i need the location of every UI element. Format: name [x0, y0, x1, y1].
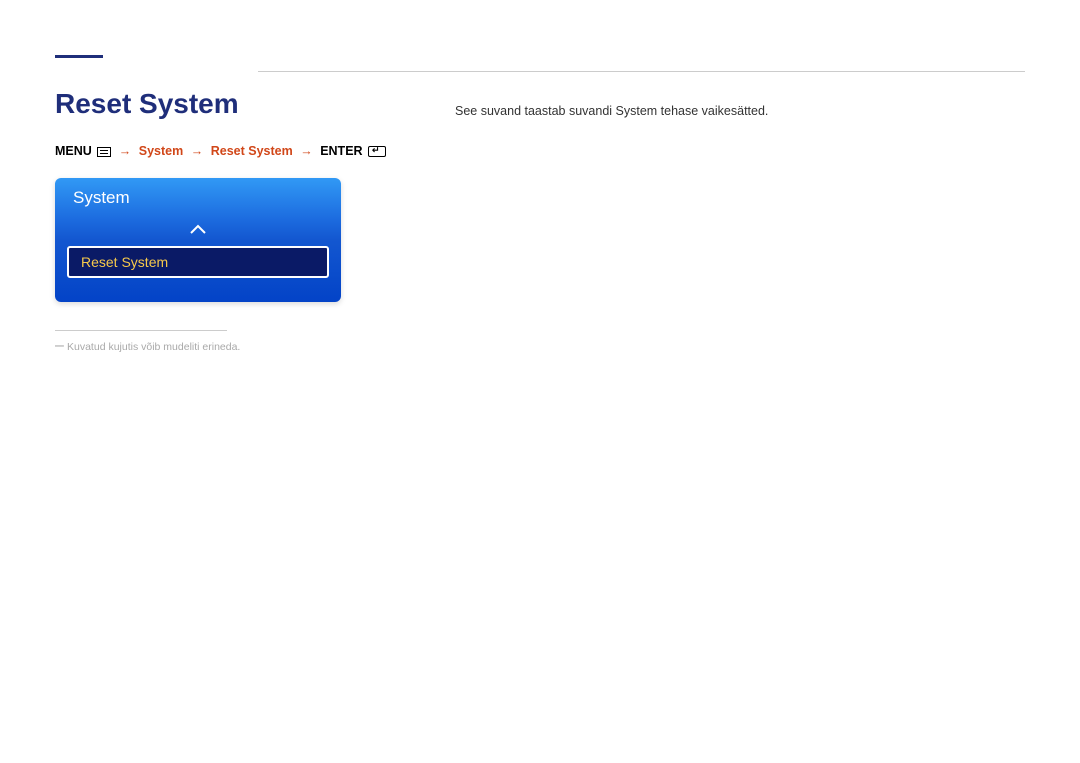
breadcrumb: MENU → System → Reset System → ENTER: [55, 144, 1025, 158]
osd-scroll-up[interactable]: [55, 218, 341, 240]
breadcrumb-path-2: Reset System: [211, 144, 293, 158]
header-divider: [258, 71, 1025, 72]
chevron-up-icon: [189, 223, 207, 235]
breadcrumb-menu-label: MENU: [55, 144, 92, 158]
osd-item-reset-system[interactable]: Reset System: [67, 246, 329, 278]
footnote-divider: [55, 330, 227, 331]
breadcrumb-path-1: System: [139, 144, 183, 158]
osd-panel: System Reset System: [55, 178, 341, 302]
breadcrumb-arrow: →: [300, 144, 313, 158]
footnote-text: Kuvatud kujutis võib mudeliti erineda.: [67, 341, 240, 353]
menu-icon: [97, 147, 111, 157]
breadcrumb-arrow: →: [191, 144, 204, 158]
osd-item-list: Reset System: [55, 240, 341, 302]
osd-panel-title: System: [55, 178, 341, 218]
footnote: – Kuvatud kujutis võib mudeliti erineda.: [55, 341, 1025, 353]
breadcrumb-enter-label: ENTER: [320, 144, 362, 158]
footnote-dash: –: [55, 337, 64, 355]
accent-bar: [55, 55, 103, 58]
description-text: See suvand taastab suvandi System tehase…: [455, 104, 768, 118]
breadcrumb-arrow: →: [119, 144, 132, 158]
enter-icon: [368, 146, 386, 157]
